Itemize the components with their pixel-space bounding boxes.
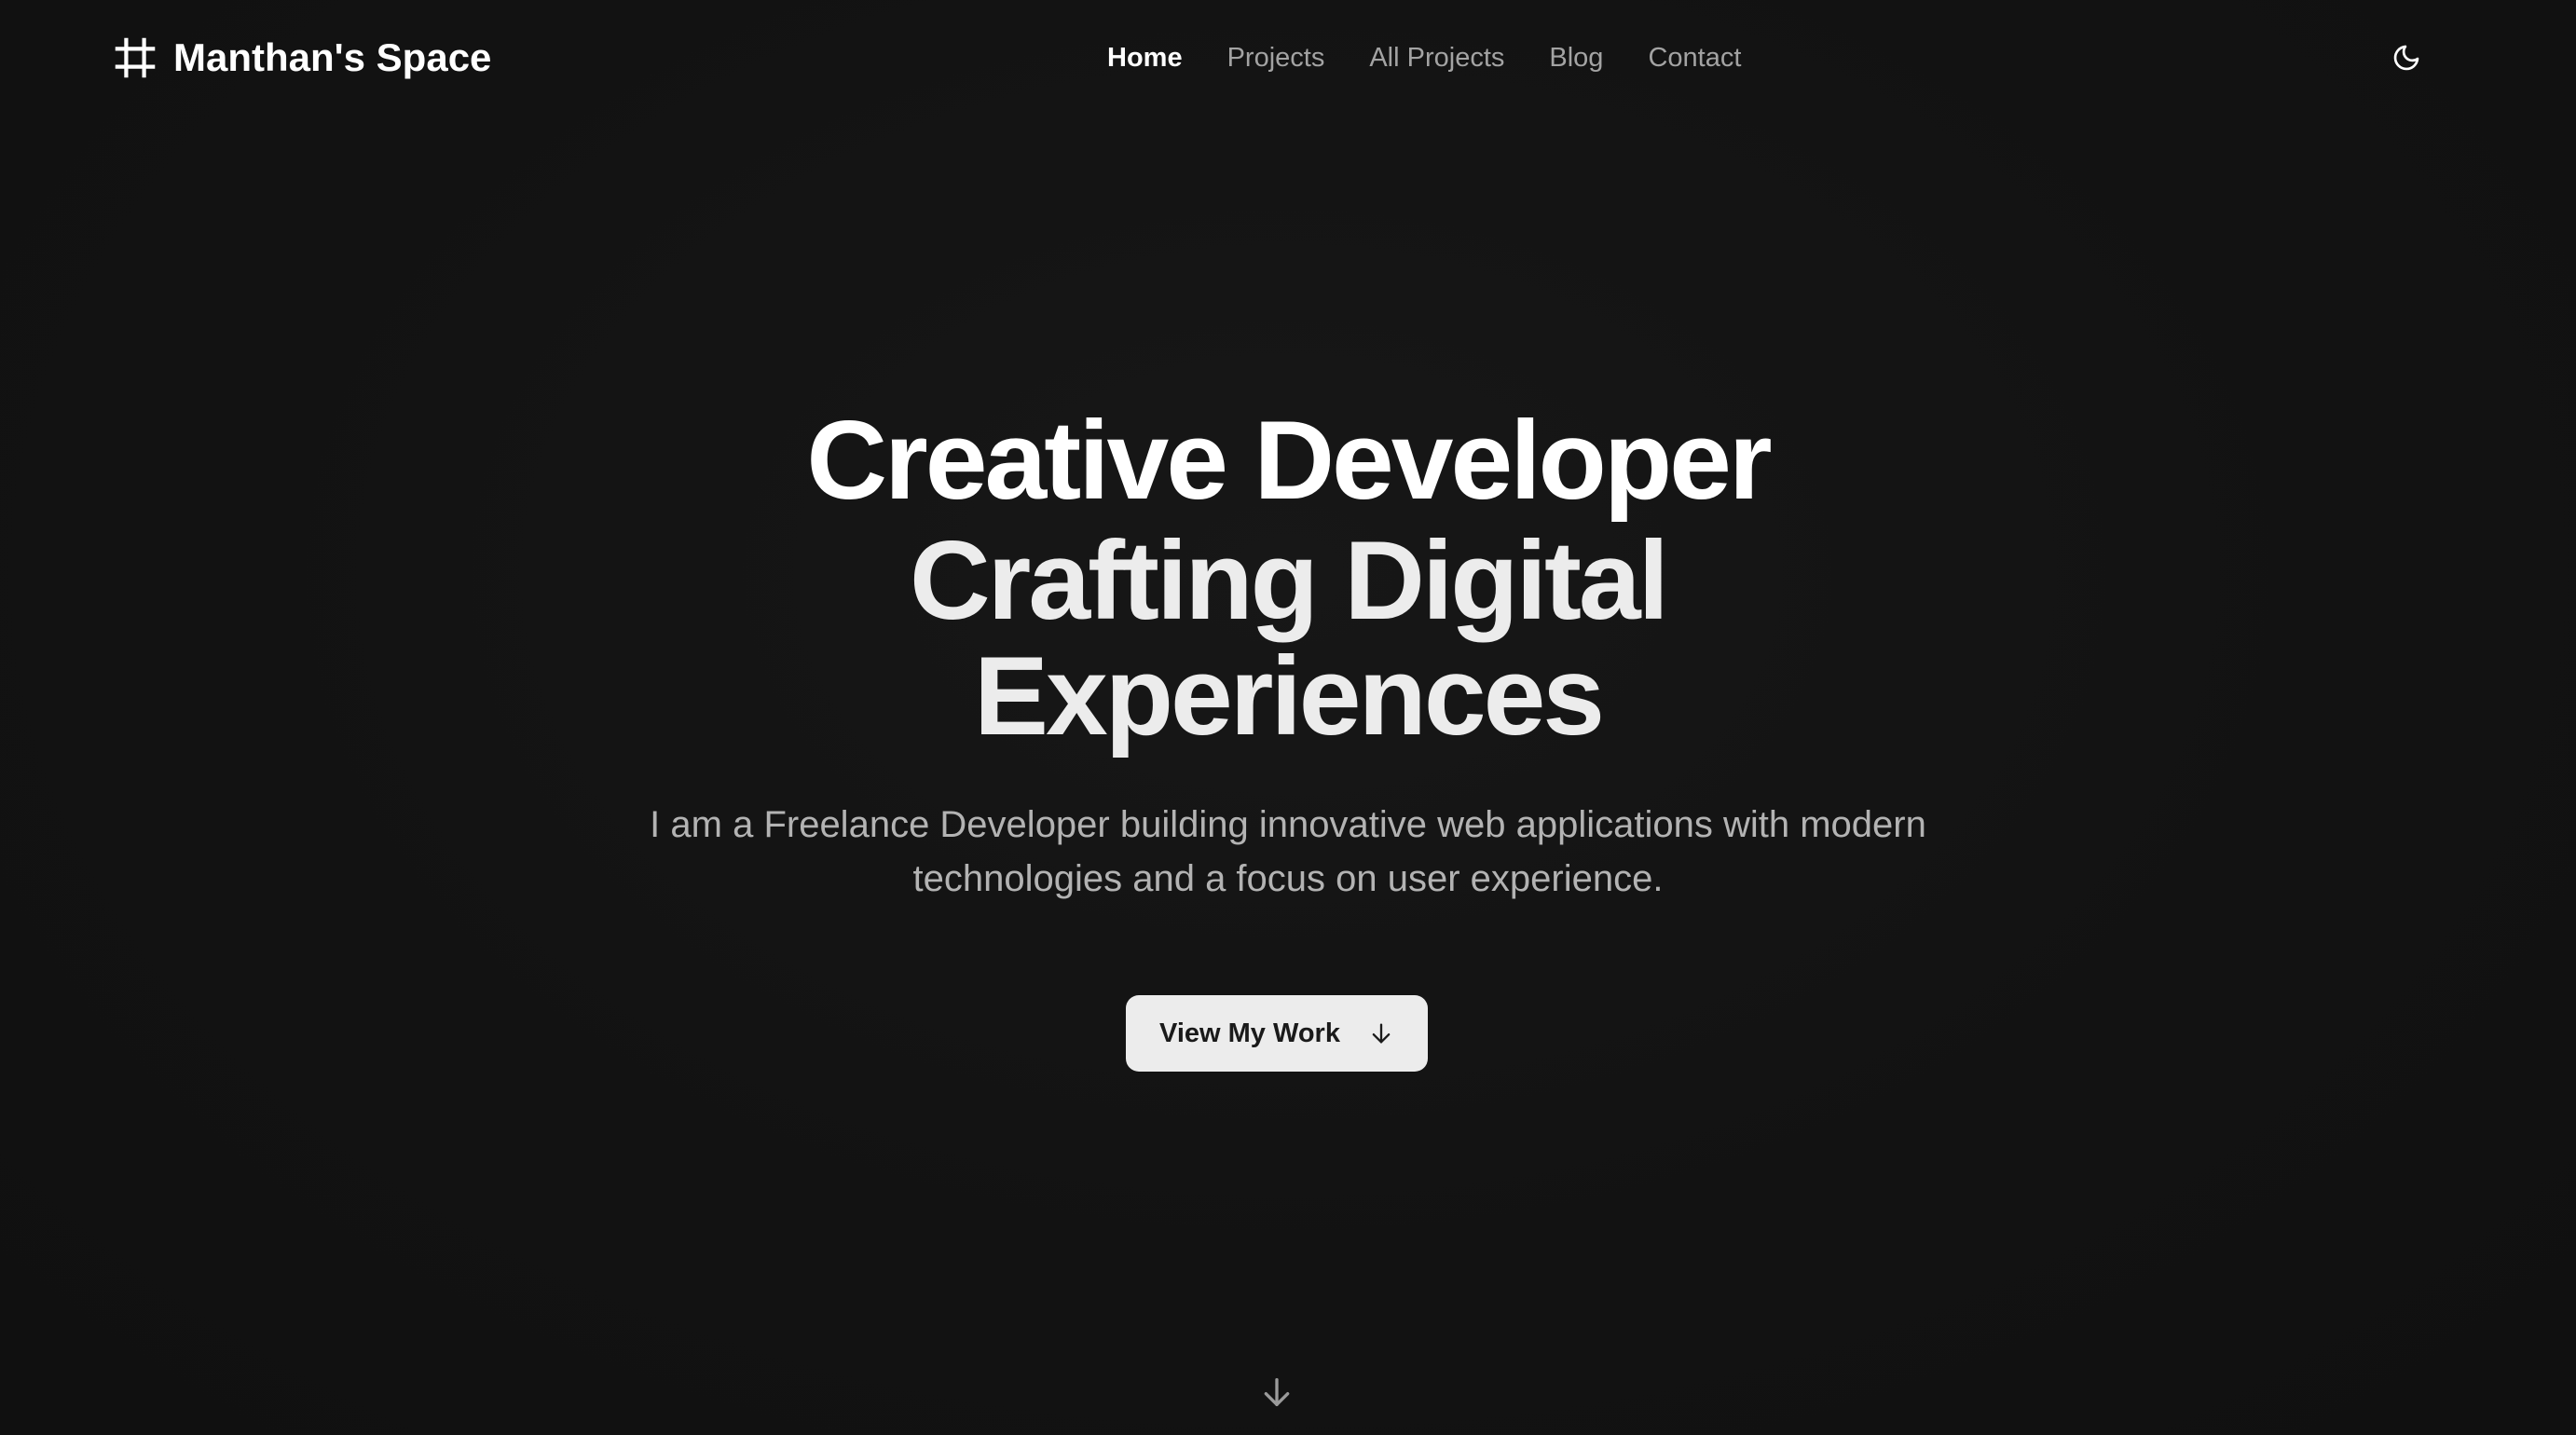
cta-label: View My Work [1159,1018,1340,1048]
arrow-down-icon [1368,1020,1394,1046]
hero-title-line2: Crafting Digital [910,518,1669,643]
hero-section: Creative Developer Crafting Digital Expe… [0,0,2576,1435]
hero-title-line1: Creative Developer [806,398,1772,523]
hero-title-line3: Experiences [973,634,1605,758]
view-my-work-button[interactable]: View My Work [1126,995,1428,1072]
hero-subtitle: I am a Freelance Developer building inno… [650,804,1926,899]
arrow-down-icon [1258,1374,1295,1411]
scroll-down-indicator[interactable] [1256,1372,1297,1413]
